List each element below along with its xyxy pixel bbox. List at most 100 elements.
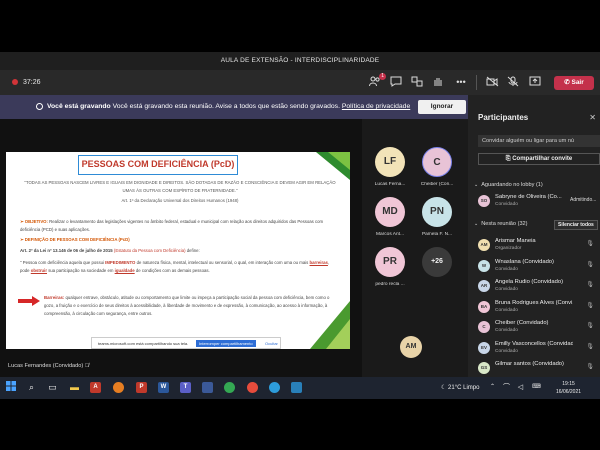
- network-icon[interactable]: ⌒: [500, 381, 513, 394]
- slide-definition-text: " Pessoa com deficiência aquela que poss…: [20, 259, 338, 275]
- leave-button[interactable]: ✆ Sair: [554, 76, 594, 90]
- definition-part-5: de condições com as demais pessoas.: [135, 267, 210, 273]
- definition-barriers: barreiras: [309, 260, 328, 265]
- invite-input[interactable]: Convidar alguém ou ligar para um nú: [478, 135, 600, 147]
- opera-icon[interactable]: [247, 382, 258, 393]
- teams-icon[interactable]: T: [180, 382, 191, 393]
- slide-barriers-text: Barreiras: qualquer entrave, obstáculo, …: [44, 294, 334, 317]
- mic-off-icon: 🎙̸: [84, 363, 90, 369]
- recording-body: Você está gravando esta reunião. Avise a…: [112, 103, 340, 110]
- word-icon[interactable]: W: [158, 382, 169, 393]
- self-view-avatar[interactable]: AM: [400, 336, 422, 358]
- participant-tile[interactable]: PR pedro recla ...: [364, 247, 416, 287]
- system-clock[interactable]: 19:15 16/06/2021: [556, 380, 581, 396]
- recording-message: Você está gravando Você está gravando es…: [47, 95, 410, 119]
- law-statute: (Estatuto da Pessoa com Deficiência): [113, 248, 186, 253]
- chrome-icon[interactable]: [224, 382, 235, 393]
- participant-tile[interactable]: MD Marcos Ant...: [364, 197, 416, 237]
- record-icon: [36, 103, 43, 110]
- participant-row[interactable]: AR Angela Rudio (Convidado) Convidado 🎙: [478, 278, 600, 296]
- share-invite-label: Compartilhar convite: [512, 156, 573, 162]
- participants-panel: Participantes ✕ Convidar alguém ou ligar…: [468, 95, 600, 377]
- tile-name: Marcos Ant...: [376, 232, 404, 237]
- avatar: SO: [478, 195, 490, 207]
- tile-name: pedro recla ...: [375, 282, 405, 287]
- barriers-label: Barreiras:: [44, 295, 65, 300]
- recording-title: Você está gravando: [47, 103, 111, 110]
- participant-row[interactable]: AM Arismar Maneia Organizador 🎙: [478, 237, 600, 255]
- windows-start-icon[interactable]: [4, 381, 17, 394]
- slide-title: PESSOAS COM DEFICIÊNCIA (PcD): [78, 155, 238, 175]
- edge-icon[interactable]: [269, 382, 280, 393]
- definition-part-1: " Pessoa com deficiência aquela que poss…: [20, 260, 104, 265]
- chevron-down-icon: ⌄: [474, 182, 479, 188]
- participant-role: Convidado: [495, 348, 518, 354]
- share-invite-button[interactable]: ⎘ Compartilhar convite: [478, 153, 600, 165]
- mic-off-icon: 🎙: [586, 302, 594, 309]
- app-icon[interactable]: [202, 382, 213, 393]
- more-participants-tile[interactable]: +26: [411, 247, 463, 277]
- participant-row[interactable]: GS Gilmar santos (Convidado) 🎙: [478, 360, 600, 378]
- definition-impediment: IMPEDIMENTO: [105, 260, 136, 265]
- moon-icon: ☾: [441, 385, 449, 391]
- share-screen-icon: [529, 76, 541, 86]
- participant-tile[interactable]: C Cheiber (Con...: [411, 147, 463, 187]
- breakout-rooms-icon: [411, 76, 423, 87]
- participant-row[interactable]: BA Bruna Rodrigues Alves (Convi... Convida…: [478, 299, 600, 317]
- participant-name: Bruna Rodrigues Alves (Convi...: [495, 299, 573, 306]
- pdf-reader-icon[interactable]: A: [90, 382, 101, 393]
- lobby-section-header[interactable]: ⌄ Aguardando no lobby (1): [474, 182, 543, 188]
- participant-row[interactable]: C Cheiber (Convidado) Convidado 🎙: [478, 319, 600, 337]
- mic-toggle[interactable]: [506, 76, 520, 89]
- tray-chevron-icon[interactable]: ⌃: [486, 381, 499, 394]
- participant-role: Convidado: [495, 328, 518, 333]
- more-participants-count: +26: [422, 247, 452, 277]
- camera-toggle[interactable]: [485, 76, 499, 89]
- definition-obstruct: obstruir: [30, 267, 47, 273]
- participant-row[interactable]: W Wnaslana (Convidado) Convidado 🎙: [478, 258, 600, 276]
- app-icon[interactable]: [291, 382, 302, 393]
- mute-all-button[interactable]: Silenciar todos: [554, 220, 598, 230]
- participant-name: Gilmar santos (Convidado): [495, 361, 564, 367]
- slide-corner-decoration: [328, 152, 350, 170]
- close-icon[interactable]: ✕: [589, 113, 596, 122]
- mic-off-icon: 🎙: [586, 364, 594, 370]
- avatar: LF: [375, 147, 405, 177]
- privacy-policy-link[interactable]: Política de privacidade: [342, 103, 410, 110]
- participant-name: Wnaslana (Convidado): [495, 258, 554, 265]
- powerpoint-icon[interactable]: P: [136, 382, 147, 393]
- volume-icon[interactable]: ◁: [514, 381, 527, 394]
- participant-name: Sabryne de Oliveira (Co...: [495, 194, 562, 200]
- more-actions-button[interactable]: •••: [454, 76, 468, 89]
- lobby-row[interactable]: SO Sabryne de Oliveira (Co... Convidado …: [478, 193, 600, 211]
- weather-widget[interactable]: ☾ 21°C Limpo: [441, 377, 479, 399]
- chat-button[interactable]: [389, 76, 403, 89]
- participant-role: Convidado: [495, 202, 518, 207]
- reactions-button[interactable]: [431, 76, 445, 89]
- meeting-header: Nesta reunião (32): [481, 221, 528, 227]
- participant-row[interactable]: EV Emilly Vasconcellos (Convidad... Convid…: [478, 340, 600, 358]
- hide-notice-button[interactable]: Ocultar: [265, 338, 278, 349]
- toolbar-divider: [476, 75, 477, 90]
- search-icon[interactable]: ⌕: [25, 381, 38, 394]
- timer-text: 37:26: [23, 79, 41, 86]
- meeting-section-header[interactable]: ⌄ Nesta reunião (32): [474, 221, 528, 227]
- dismiss-recording-button[interactable]: Ignorar: [418, 100, 466, 114]
- stop-sharing-button[interactable]: Interromper compartilhamento: [196, 340, 256, 347]
- breakout-rooms-button[interactable]: [410, 76, 424, 89]
- participant-name: Emilly Vasconcellos (Convidad...: [495, 340, 573, 347]
- participant-tile[interactable]: PN Pamela F. N...: [411, 197, 463, 237]
- recording-banner: Você está gravando Você está gravando es…: [0, 95, 468, 119]
- avatar: EV: [478, 341, 490, 354]
- file-explorer-icon[interactable]: ▬: [68, 381, 81, 394]
- participant-tile[interactable]: LF Lucas Ferna...: [364, 147, 416, 187]
- firefox-icon[interactable]: [113, 382, 124, 393]
- participants-button[interactable]: 1: [368, 73, 386, 89]
- avatar: AR: [478, 280, 490, 292]
- weather-text: 21°C Limpo: [448, 385, 480, 391]
- share-screen-button[interactable]: [528, 76, 542, 89]
- task-view-icon[interactable]: ▭: [46, 381, 59, 394]
- keyboard-icon[interactable]: ⌨: [530, 381, 543, 394]
- slide-law-reference: Art. 2º da Lei nº 13.146 de 06 de julho …: [20, 247, 338, 255]
- admit-status[interactable]: Admitindo...: [570, 197, 596, 203]
